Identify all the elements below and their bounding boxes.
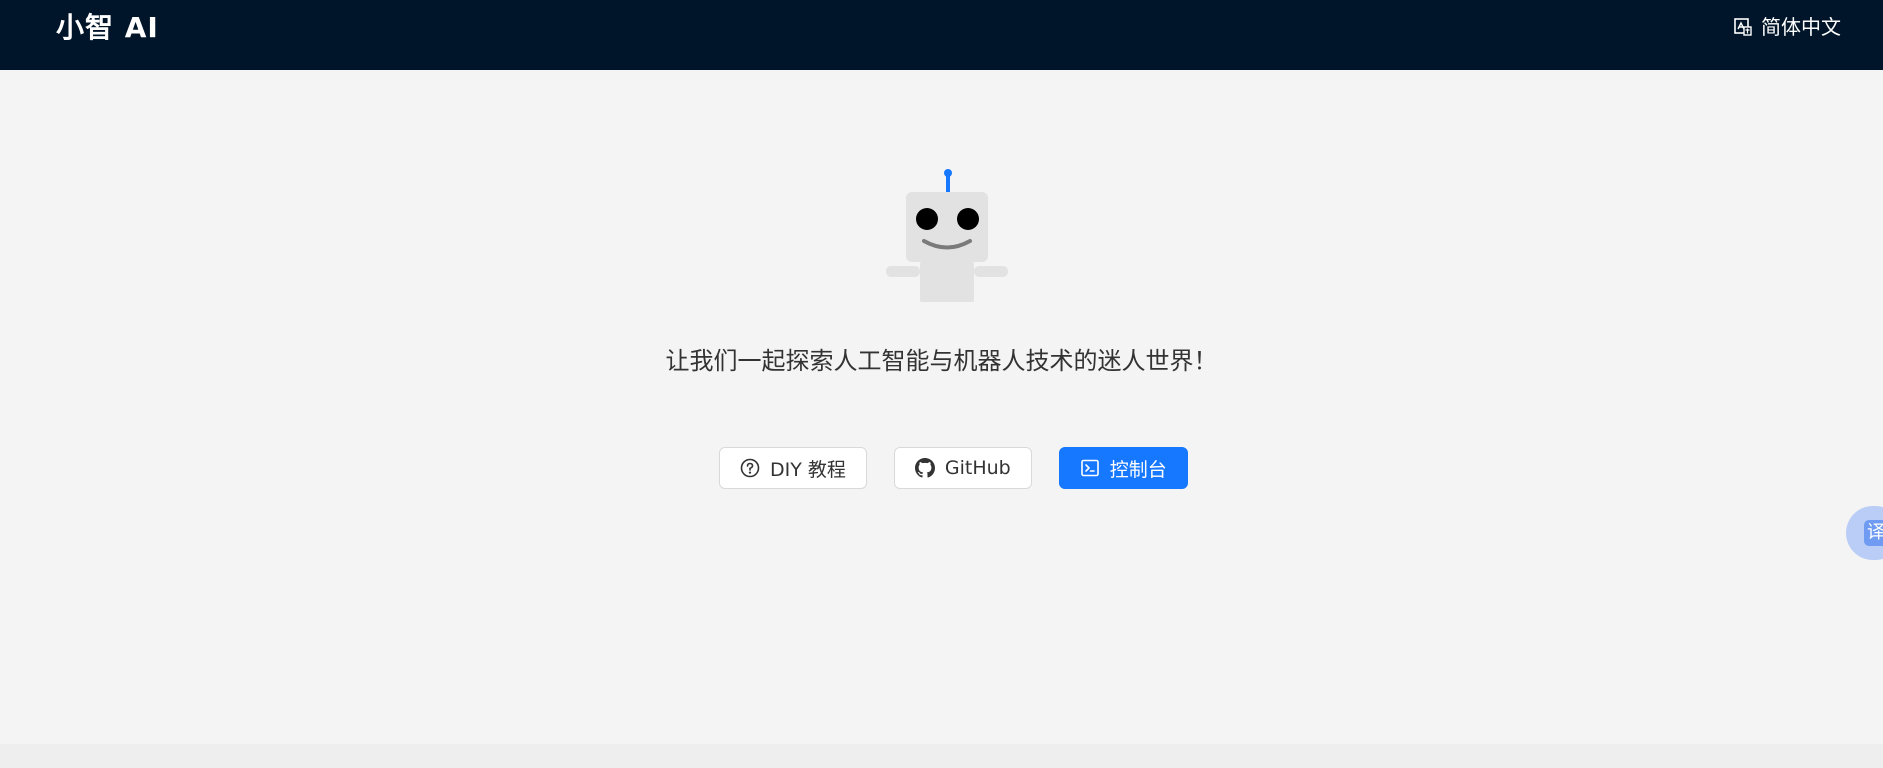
top-header: 小智 AI 简体中文	[0, 0, 1883, 70]
hero-tagline: 让我们一起探索人工智能与机器人技术的迷人世界！	[665, 347, 1218, 375]
diy-tutorial-button[interactable]: DIY 教程	[719, 447, 867, 489]
github-icon	[914, 458, 935, 478]
github-label: GitHub	[944, 457, 1011, 479]
console-label: 控制台	[1109, 458, 1167, 481]
footer-strip	[0, 744, 1883, 768]
terminal-icon	[1080, 458, 1100, 478]
action-buttons: DIY 教程 GitHub 控制台	[719, 447, 1188, 489]
translate-icon	[1733, 17, 1753, 37]
github-button[interactable]: GitHub	[893, 447, 1032, 489]
language-label: 简体中文	[1761, 15, 1841, 39]
robot-illustration	[884, 166, 1010, 306]
floating-translate-label: 译	[1864, 520, 1883, 546]
language-switcher[interactable]: 简体中文	[1733, 14, 1841, 40]
console-button[interactable]: 控制台	[1058, 447, 1188, 489]
logo[interactable]: 小智 AI	[56, 12, 159, 44]
question-circle-icon	[740, 458, 760, 478]
diy-tutorial-label: DIY 教程	[770, 458, 846, 481]
